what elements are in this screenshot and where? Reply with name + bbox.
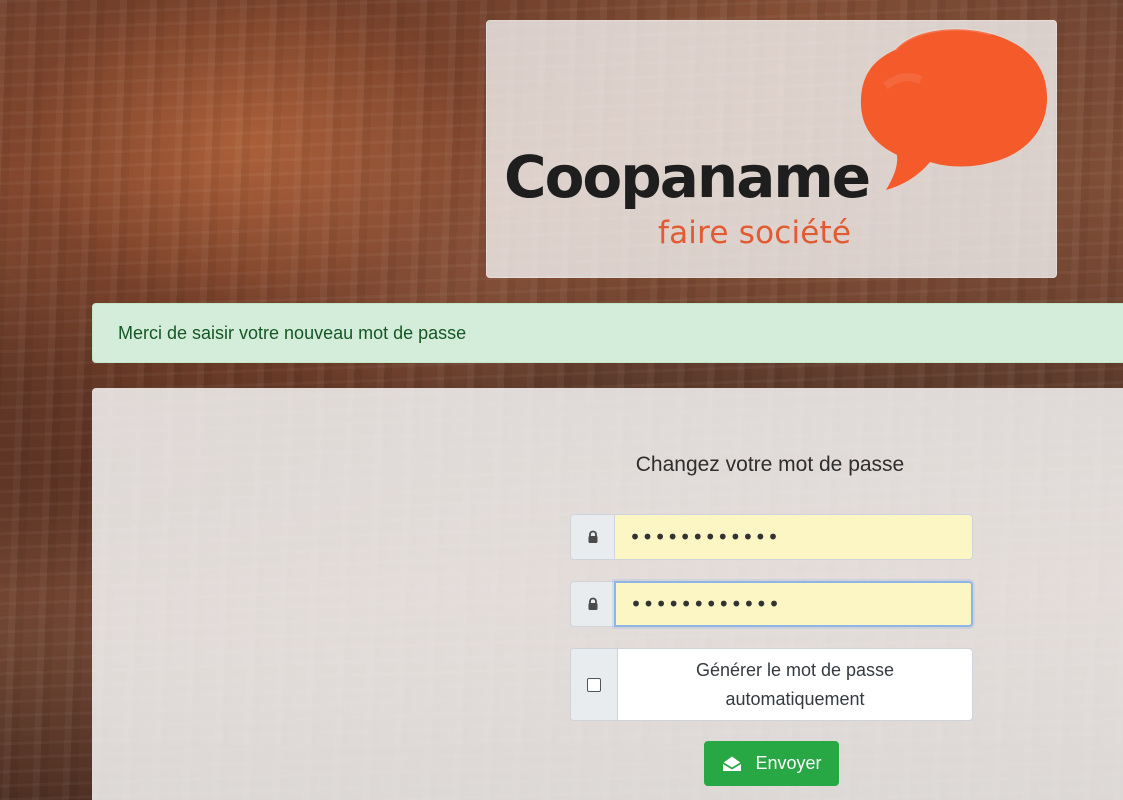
speech-bubble-icon bbox=[860, 28, 1048, 190]
generate-password-option[interactable]: Générer le mot de passe automatiquement bbox=[570, 648, 973, 721]
login-background: Coopaname faire société Merci de saisir … bbox=[0, 0, 1123, 800]
lock-icon bbox=[587, 597, 599, 611]
submit-button[interactable]: Envoyer bbox=[704, 741, 839, 786]
confirm-password-addon bbox=[570, 581, 614, 627]
alert-message: Merci de saisir votre nouveau mot de pas… bbox=[118, 322, 467, 343]
brand-tagline: faire société bbox=[658, 215, 852, 251]
checkbox-cell bbox=[571, 649, 618, 720]
success-alert: Merci de saisir votre nouveau mot de pas… bbox=[92, 303, 1123, 363]
lock-icon bbox=[587, 530, 599, 544]
brand-logo-card: Coopaname faire société bbox=[486, 20, 1057, 278]
form-title: Changez votre mot de passe bbox=[635, 453, 905, 476]
new-password-field[interactable]: •••••••••••• bbox=[614, 514, 973, 560]
confirm-password-input-group: •••••••••••• bbox=[570, 581, 973, 627]
submit-button-label: Envoyer bbox=[755, 753, 822, 773]
envelope-open-icon bbox=[721, 755, 743, 773]
generate-password-label[interactable]: Générer le mot de passe automatiquement bbox=[618, 649, 972, 720]
password-input-group: •••••••••••• bbox=[570, 514, 973, 560]
brand-name: Coopaname bbox=[504, 143, 871, 211]
generate-password-checkbox[interactable] bbox=[587, 677, 601, 692]
password-addon bbox=[570, 514, 614, 560]
confirm-password-field[interactable]: •••••••••••• bbox=[614, 581, 973, 627]
password-reset-panel: Changez votre mot de passe •••••••••••• bbox=[92, 388, 1123, 800]
